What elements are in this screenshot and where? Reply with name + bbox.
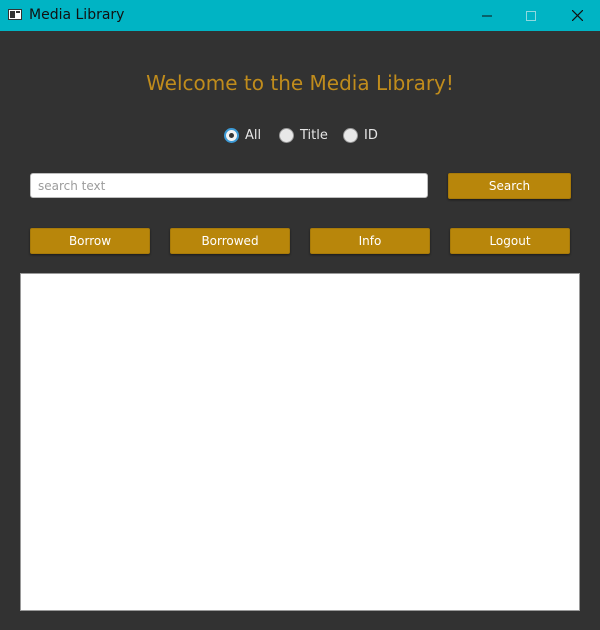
radio-id[interactable]: ID [343,126,378,144]
info-button[interactable]: Info [310,228,430,254]
minimize-button[interactable] [464,0,510,31]
results-list[interactable] [20,273,580,611]
close-button[interactable] [554,0,600,31]
radio-button-unchecked[interactable] [343,127,358,143]
logout-button[interactable]: Logout [450,228,570,254]
search-filter-group: All Title ID [0,126,600,144]
title-bar[interactable]: Media Library [0,0,600,31]
close-icon [571,10,583,21]
radio-all[interactable]: All [224,126,261,144]
radio-title[interactable]: Title [279,126,328,144]
minimize-icon [482,15,492,16]
radio-title-label: Title [300,127,328,143]
radio-all-label: All [245,127,262,143]
app-window-icon [8,9,22,20]
maximize-button[interactable] [508,0,554,31]
radio-button-unchecked[interactable] [279,127,294,143]
window-title: Media Library [29,7,125,23]
radio-button-checked[interactable] [224,127,239,143]
borrowed-button[interactable]: Borrowed [170,228,290,254]
main-window: Media Library Welcome to the Media Libra… [0,0,600,630]
radio-id-label: ID [364,127,378,143]
welcome-heading: Welcome to the Media Library! [146,71,454,95]
borrow-button[interactable]: Borrow [30,228,150,254]
search-button[interactable]: Search [448,173,571,199]
maximize-icon [526,10,536,21]
search-input[interactable] [30,173,428,198]
